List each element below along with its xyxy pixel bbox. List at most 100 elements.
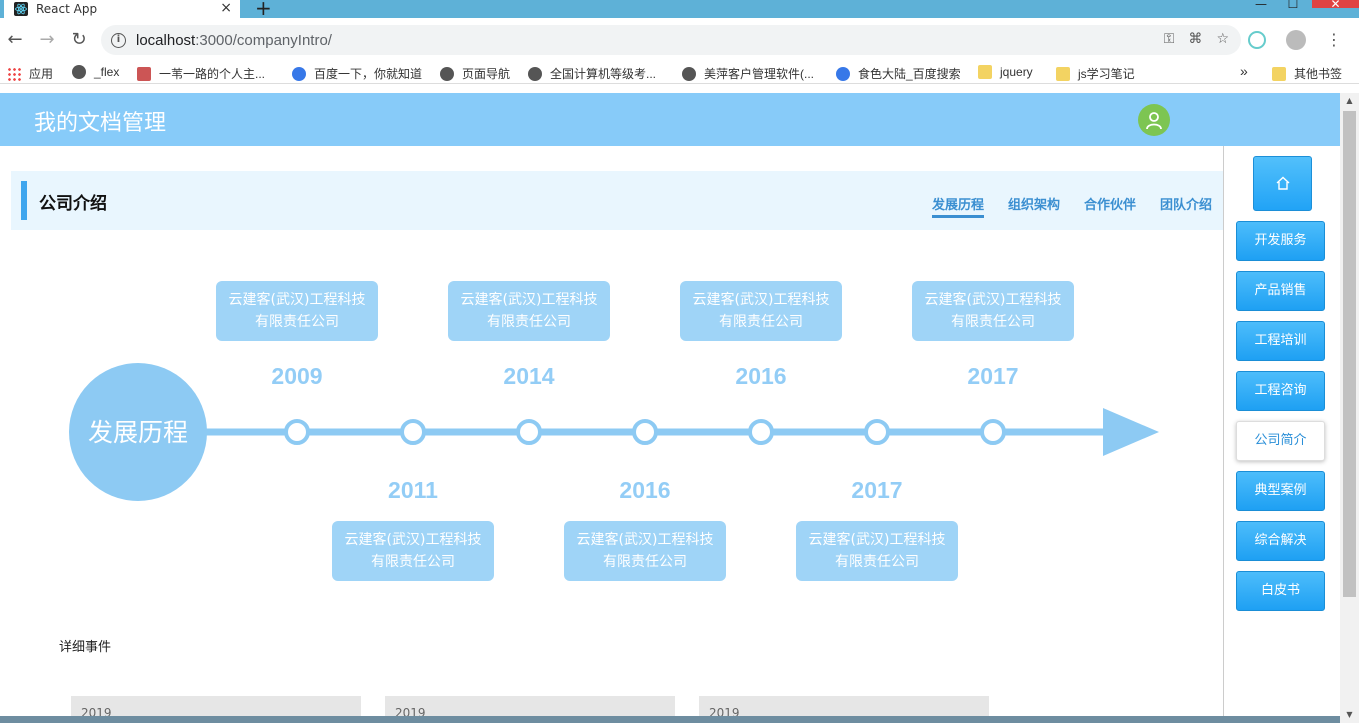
translate-icon[interactable]: ⌘ [1188,31,1202,47]
globe-icon [440,66,454,81]
timeline-event-text: 云建客(武汉)工程科技 [693,291,830,308]
side-nav-case-studies[interactable]: 典型案例 [1236,471,1325,511]
timeline-node[interactable] [864,419,890,445]
folder-icon [1272,66,1286,81]
timeline-node[interactable] [632,419,658,445]
section-tabs: 发展历程 组织架构 合作伙伴 团队介绍 [931,194,1212,218]
timeline-event-text: 云建客(武汉)工程科技 [925,291,1062,308]
bookmark-item[interactable]: _flex [72,65,119,79]
scroll-down-icon[interactable]: ▼ [1340,707,1359,723]
side-nav-dev-services[interactable]: 开发服务 [1236,221,1325,261]
browser-tab[interactable]: React App × [4,0,240,18]
timeline-event-text: 云建客(武汉)工程科技 [577,531,714,548]
tab-team[interactable]: 团队介绍 [1160,194,1212,218]
other-bookmarks[interactable]: 其他书签 [1272,65,1342,82]
timeline-event-box[interactable] [216,281,378,341]
bookmark-item[interactable]: jquery [978,65,1033,79]
back-arrow-icon[interactable]: ← [3,28,27,52]
home-button[interactable] [1253,156,1312,211]
timeline-node[interactable] [748,419,774,445]
globe-icon [72,65,86,79]
bookmark-item[interactable]: 全国计算机等级考... [528,65,656,82]
timeline-node[interactable] [400,419,426,445]
info-icon[interactable]: i [111,32,126,48]
timeline-event-box[interactable] [796,521,958,581]
profile-icon[interactable] [1286,30,1306,50]
timeline-year: 2009 [271,363,322,389]
scroll-up-icon[interactable]: ▲ [1340,93,1359,109]
window-close-button[interactable]: ✕ [1312,0,1359,10]
bookmark-item[interactable]: js学习笔记 [1056,65,1135,82]
timeline-event-text: 云建客(武汉)工程科技 [809,531,946,548]
timeline-event-text: 云建客(武汉)工程科技 [229,291,366,308]
timeline-event-text: 有限责任公司 [487,314,571,330]
section-header: 公司介绍 发展历程 组织架构 合作伙伴 团队介绍 [11,171,1223,230]
app-title: 我的文档管理 [34,111,167,136]
timeline-year: 2016 [619,477,670,503]
globe-icon [528,66,542,81]
timeline-event-text: 有限责任公司 [835,554,919,570]
timeline-event-box[interactable] [332,521,494,581]
bookmark-item[interactable]: 应用 [7,65,53,82]
timeline-event-box[interactable] [564,521,726,581]
side-nav-solutions[interactable]: 综合解决 [1236,521,1325,561]
bookmark-item[interactable]: 一苇一路的个人主... [137,65,265,82]
timeline-event-box[interactable] [912,281,1074,341]
browser-toolbar: ← → ↻ i localhost:3000/companyIntro/ ⚿ ⌘… [0,18,1359,62]
side-nav-engineering-consulting[interactable]: 工程咨询 [1236,371,1325,411]
tab-organization[interactable]: 组织架构 [1008,194,1060,218]
reload-icon[interactable]: ↻ [67,28,91,52]
tab-partners[interactable]: 合作伙伴 [1084,194,1136,218]
extension-icon[interactable] [1248,31,1266,49]
timeline-node[interactable] [516,419,542,445]
side-nav-company-intro[interactable]: 公司简介 [1236,421,1325,461]
browser-tab-strip: React App × + — ☐ ✕ [0,0,1359,18]
address-bar[interactable]: i localhost:3000/companyIntro/ ⚿ ⌘ ☆ [101,25,1241,55]
timeline-event-box[interactable] [680,281,842,341]
bookmark-item[interactable]: 食色大陆_百度搜索 [836,65,961,82]
bookmark-item[interactable]: 页面导航 [440,65,510,82]
key-icon[interactable]: ⚿ [1164,31,1175,47]
bookmarks-overflow-icon[interactable]: » [1240,63,1248,79]
timeline-start-label: 发展历程 [88,418,188,447]
tab-history[interactable]: 发展历程 [931,194,984,218]
side-nav: 开发服务 产品销售 工程培训 工程咨询 公司简介 典型案例 综合解决 白皮书 [1224,146,1340,723]
page-scrollbar[interactable]: ▲ ▼ [1340,93,1359,723]
timeline-year: 2017 [851,477,902,503]
timeline-year: 2011 [388,477,438,503]
timeline-event-text: 有限责任公司 [255,314,339,330]
window-minimize-button[interactable]: — [1246,0,1276,10]
folder-icon [1056,66,1070,81]
timeline-node[interactable] [284,419,310,445]
timeline-event-box[interactable] [448,281,610,341]
bookmark-item[interactable]: 美萍客户管理软件(... [682,65,814,82]
menu-kebab-icon[interactable]: ⋮ [1326,31,1342,49]
avatar[interactable] [1138,104,1170,136]
timeline-event-text: 云建客(武汉)工程科技 [461,291,598,308]
timeline-node[interactable] [980,419,1006,445]
app-header: 我的文档管理 [0,93,1340,146]
side-nav-engineering-training[interactable]: 工程培训 [1236,321,1325,361]
section-title: 公司介绍 [39,194,107,214]
forward-arrow-icon[interactable]: → [35,28,59,52]
bookmark-star-icon[interactable]: ☆ [1216,31,1229,47]
new-tab-button[interactable]: + [255,0,272,18]
side-nav-product-sales[interactable]: 产品销售 [1236,271,1325,311]
timeline-arrow-icon [1103,408,1159,456]
bookmarks-bar: 应用 _flex 一苇一路的个人主... 百度一下，你就知道 页面导航 全国计算… [0,62,1359,84]
timeline-year: 2014 [503,363,554,389]
bookmark-item[interactable]: 百度一下，你就知道 [292,65,422,82]
detail-events-label: 详细事件 [59,640,112,655]
window-maximize-button[interactable]: ☐ [1278,0,1308,10]
tab-close-icon[interactable]: × [220,0,232,16]
folder-icon [978,65,992,79]
home-icon [1276,176,1290,190]
timeline-year: 2016 [735,363,786,389]
apps-icon [7,66,21,81]
react-logo-icon [14,2,28,16]
tab-title: React App [36,2,98,16]
user-icon [1146,112,1162,130]
side-nav-whitepaper[interactable]: 白皮书 [1236,571,1325,611]
timeline-event-text: 有限责任公司 [951,314,1035,330]
scroll-thumb[interactable] [1343,111,1356,597]
